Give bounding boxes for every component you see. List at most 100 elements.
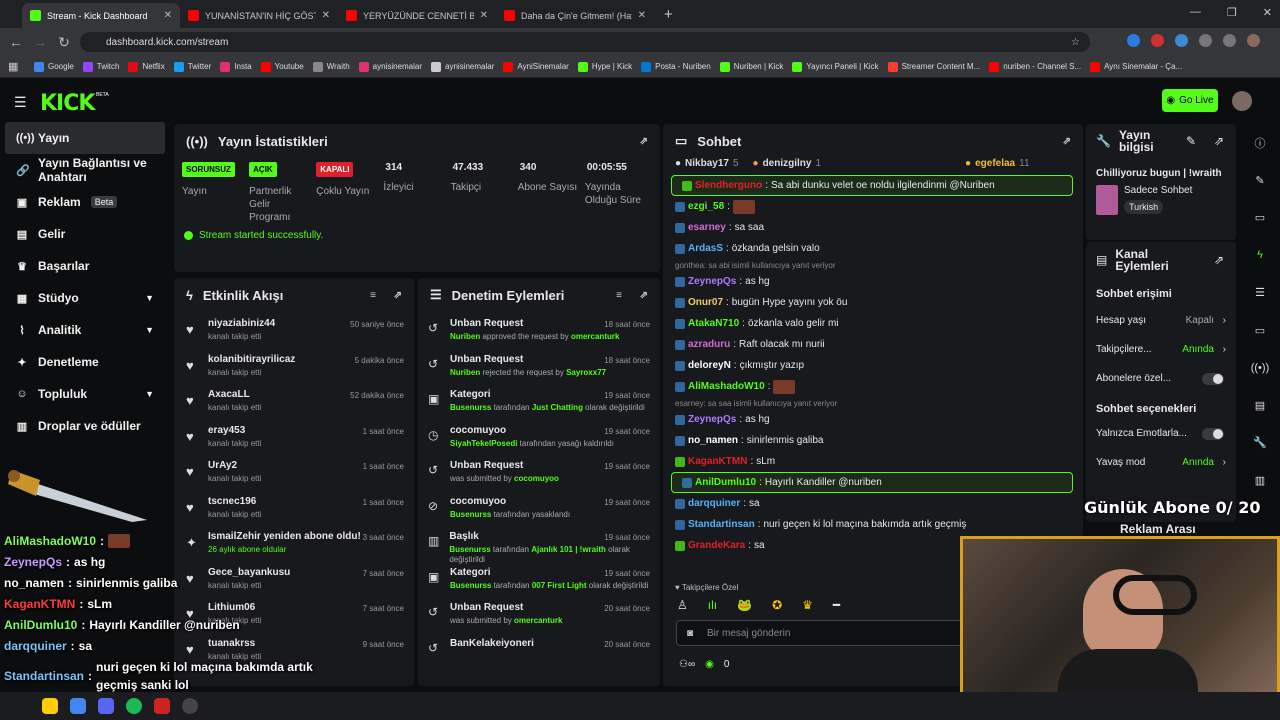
taskbar-icon[interactable]	[98, 698, 114, 714]
filter-icon[interactable]: ≡	[370, 290, 376, 301]
popout-icon[interactable]: ⇗	[1063, 136, 1071, 147]
edit-icon[interactable]: ✎	[1186, 134, 1196, 148]
emote-icon[interactable]: 🐸	[737, 598, 752, 612]
tag-chip[interactable]: Turkish	[1124, 200, 1164, 214]
bookmark-item[interactable]: Hype | Kick	[577, 61, 632, 72]
mod-action-name[interactable]: cocomuyoo	[450, 496, 570, 507]
emote-icon[interactable]: ♛	[802, 598, 813, 612]
avatar[interactable]	[1232, 91, 1252, 111]
extension-icon[interactable]	[1175, 34, 1188, 47]
toggle-switch[interactable]	[1202, 427, 1224, 440]
chat-input[interactable]: ◙ Bir mesaj gönderin	[676, 620, 966, 646]
taskbar-icon[interactable]	[154, 698, 170, 714]
edit-icon[interactable]: ✎	[1240, 162, 1280, 200]
mod-target[interactable]: Just Chatting	[532, 403, 583, 412]
chat-username[interactable]: Onur07	[688, 297, 723, 308]
chat-icon[interactable]: ▭	[1240, 312, 1280, 350]
top-gifter[interactable]: ● denizgilny 1	[753, 155, 822, 171]
extension-icon[interactable]	[1127, 34, 1140, 47]
popout-icon[interactable]: ⇗	[640, 136, 648, 147]
sidebar-item[interactable]: ▤ Gelir	[0, 218, 170, 250]
chat-username[interactable]: esarney	[688, 222, 726, 233]
browser-tab[interactable]: YUNANİSTAN'IN HİÇ GÖSTERİL ✕	[180, 3, 338, 28]
sidebar-item[interactable]: ▦ Stüdyo ▼	[0, 282, 170, 314]
mod-target[interactable]: 007 First Light	[532, 581, 587, 590]
toggle-switch[interactable]	[1202, 372, 1224, 385]
close-icon[interactable]: ✕	[1263, 6, 1272, 19]
bookmark-item[interactable]: Insta	[220, 61, 252, 72]
server-icon[interactable]: ▤	[1240, 387, 1280, 425]
extension-icon[interactable]	[1151, 34, 1164, 47]
chat-username[interactable]: ArdasS	[688, 243, 723, 254]
bookmark-item[interactable]: Streamer Content M...	[887, 61, 980, 72]
setting-row[interactable]: Abonelere özel...	[1086, 364, 1236, 393]
mod-target[interactable]: cocomuyoo	[514, 474, 559, 483]
card-icon[interactable]: ▭	[1240, 199, 1280, 237]
bookmark-item[interactable]: Wraith	[312, 61, 350, 72]
mod-action-name[interactable]: Unban Request	[450, 460, 559, 471]
feed-name[interactable]: kolanibitirayrilicaz	[208, 354, 295, 365]
setting-row[interactable]: Takipçilere... Anında ›	[1086, 335, 1236, 364]
popout-icon[interactable]: ⇗	[394, 290, 402, 301]
taskbar-icon[interactable]	[42, 698, 58, 714]
emote-icon[interactable]: ♙	[677, 598, 688, 612]
mod-action-name[interactable]: Unban Request	[450, 602, 563, 613]
chat-username[interactable]: no_namen	[688, 435, 738, 446]
category-name[interactable]: Sadece Sohbet	[1124, 185, 1192, 196]
broadcast-icon[interactable]: ((•))	[1240, 349, 1280, 387]
chat-username[interactable]: GrandeKara	[688, 540, 745, 551]
browser-tab[interactable]: Daha da Çin'e Gitmem! (Haftalı ✕	[496, 3, 654, 28]
chat-username[interactable]: ezgi_58	[688, 201, 724, 212]
star-icon[interactable]: ☆	[1071, 37, 1080, 48]
setting-row[interactable]: Yalnızca Emotlarla...	[1086, 419, 1236, 448]
taskbar-icon[interactable]	[182, 698, 198, 714]
maximize-icon[interactable]: ❐	[1227, 6, 1237, 19]
spotify-icon[interactable]	[126, 698, 142, 714]
chat-username[interactable]: ZeynepQs	[688, 414, 736, 425]
close-icon[interactable]: ✕	[480, 10, 488, 21]
bookmark-item[interactable]: Twitch	[82, 61, 119, 72]
url-field[interactable]: dashboard.kick.com/stream ☆	[80, 32, 1090, 52]
mod-target[interactable]: Sayroxx77	[566, 368, 606, 377]
chat-username[interactable]: ZeynepQs	[688, 276, 736, 287]
bookmark-item[interactable]: AyniSinemalar	[503, 61, 569, 72]
puzzle-icon[interactable]	[1199, 34, 1212, 47]
new-tab-icon[interactable]: +	[664, 6, 673, 23]
feed-name[interactable]: niyaziabiniz44	[208, 318, 275, 329]
taskbar-icon[interactable]	[70, 698, 86, 714]
chat-username[interactable]: AnilDumlu10	[695, 477, 756, 488]
bookmark-item[interactable]: Yayıncı Paneli | Kick	[792, 61, 879, 72]
users-icon[interactable]: ⚇∞	[679, 659, 695, 670]
reload-icon[interactable]: ↻	[52, 34, 76, 51]
feed-name[interactable]: UrAy2	[208, 460, 261, 471]
profile-icon[interactable]	[1247, 34, 1260, 47]
mod-action-name[interactable]: Unban Request	[450, 318, 619, 329]
setting-row[interactable]: Hesap yaşı Kapalı ›	[1086, 306, 1236, 335]
mod-user[interactable]: SiyahTekelPosedi	[450, 439, 517, 448]
top-gifter[interactable]: ● egefelaa 11	[965, 155, 1029, 171]
top-gifter[interactable]: ● Nikbay17 5	[675, 155, 739, 171]
chat-username[interactable]: AliMashadoW10	[688, 381, 765, 392]
list-icon[interactable]: ☰	[1240, 274, 1280, 312]
kick-logo[interactable]: KICK	[40, 91, 95, 116]
sidebar-item[interactable]: ⌇ Analitik ▼	[0, 314, 170, 346]
chat-username[interactable]: azraduru	[688, 339, 730, 350]
popout-icon[interactable]: ⇗	[1214, 253, 1224, 267]
chat-username[interactable]: deloreyN	[688, 360, 731, 371]
menu-icon[interactable]: ☰	[14, 94, 27, 111]
sidebar-item[interactable]: ((•)) Yayın	[5, 122, 165, 154]
popout-icon[interactable]: ⇗	[1214, 134, 1224, 148]
chat-username[interactable]: darqquiner	[688, 498, 740, 509]
mod-user[interactable]: Busenurss	[450, 581, 491, 590]
mod-action-name[interactable]: Unban Request	[450, 354, 606, 365]
mod-target[interactable]: omercanturk	[514, 616, 562, 625]
bookmark-item[interactable]: Twitter	[173, 61, 211, 72]
mod-user[interactable]: Nuriben	[450, 332, 480, 341]
close-icon[interactable]: ✕	[322, 10, 330, 21]
chat-username[interactable]: Standartinsan	[688, 519, 755, 530]
close-icon[interactable]: ✕	[164, 10, 172, 21]
bookmark-item[interactable]: Google	[34, 61, 74, 72]
sidebar-item[interactable]: ✦ Denetleme	[0, 346, 170, 378]
sidebar-item[interactable]: 🔗 Yayın Bağlantısı ve Anahtarı	[0, 154, 170, 186]
chart-icon[interactable]: ▥	[1240, 462, 1280, 500]
